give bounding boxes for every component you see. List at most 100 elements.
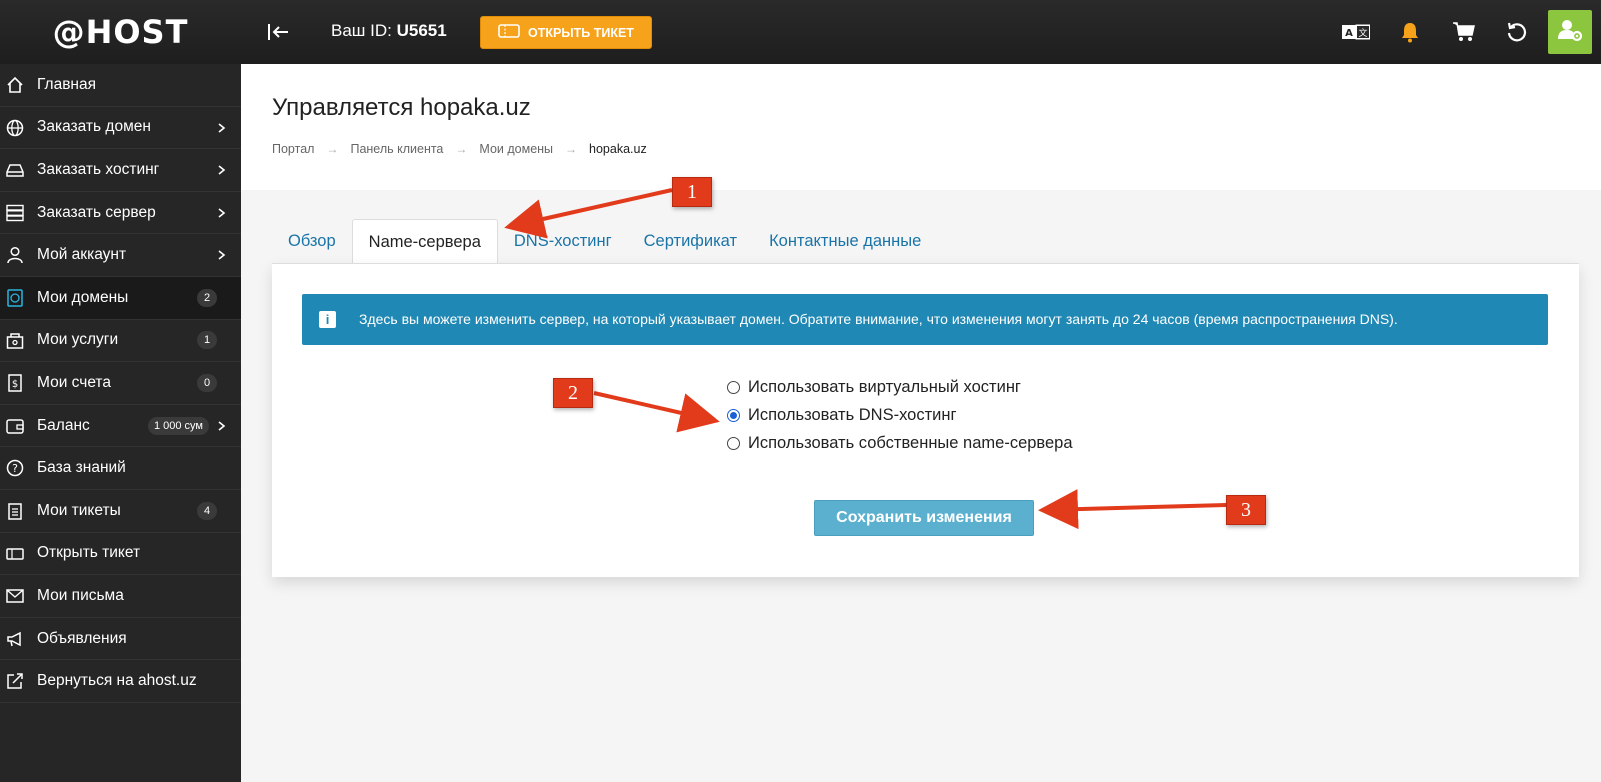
save-changes-button[interactable]: Сохранить изменения <box>814 500 1034 536</box>
sidebar-item-order-server[interactable]: Заказать сервер <box>0 192 241 235</box>
sidebar-item-order-hosting[interactable]: Заказать хостинг <box>0 149 241 192</box>
help-icon: ? <box>6 459 24 477</box>
sidebar-item-label: Заказать сервер <box>37 203 156 221</box>
refresh-icon[interactable] <box>1502 18 1532 46</box>
sidebar-item-my-domains[interactable]: Мои домены 2 <box>0 276 241 320</box>
sidebar-item-label: Мои тикеты <box>37 501 121 519</box>
option-dns-hosting[interactable]: Использовать DNS-хостинг <box>727 406 957 425</box>
domain-tabs: Обзор Name-сервера DNS-хостинг Сертифика… <box>272 219 937 264</box>
count-badge: 4 <box>197 501 217 520</box>
globe-icon <box>6 119 24 137</box>
chevron-right-icon <box>217 161 227 179</box>
option-label: Использовать DNS-хостинг <box>748 406 957 424</box>
svg-text:$: $ <box>12 379 18 390</box>
option-virtual-hosting[interactable]: Использовать виртуальный хостинг <box>727 378 1021 397</box>
cart-icon[interactable] <box>1449 18 1479 46</box>
arrow-right-icon: → <box>455 142 468 156</box>
breadcrumb: Портал → Панель клиента → Мои домены → h… <box>272 142 647 156</box>
user-id-label: Ваш ID: <box>331 21 392 40</box>
svg-text:?: ? <box>12 462 18 475</box>
breadcrumb-portal[interactable]: Портал <box>272 142 314 156</box>
box-icon <box>6 332 24 350</box>
mail-icon <box>6 587 24 605</box>
count-badge: 0 <box>197 373 217 392</box>
svg-text:文: 文 <box>1358 27 1367 39</box>
breadcrumb-current: hopaka.uz <box>589 142 647 156</box>
sidebar-item-announcements[interactable]: Объявления <box>0 618 241 661</box>
collapse-sidebar-icon[interactable] <box>266 20 292 44</box>
sidebar-item-back-to-site[interactable]: Вернуться на ahost.uz <box>0 660 241 703</box>
radio-custom-nameservers[interactable] <box>727 437 740 450</box>
tab-contacts[interactable]: Контактные данные <box>753 219 937 264</box>
user-settings-icon <box>1557 17 1583 48</box>
page-header: Управляется hopaka.uz Портал → Панель кл… <box>241 64 1601 190</box>
sidebar-item-label: Открыть тикет <box>37 544 141 562</box>
info-icon: i <box>319 311 336 328</box>
sidebar-item-knowledgebase[interactable]: ? База знаний <box>0 447 241 490</box>
annotation-marker-2: 2 <box>553 378 593 408</box>
tab-nameservers[interactable]: Name-сервера <box>351 219 498 264</box>
chevron-right-icon <box>217 246 227 264</box>
logo[interactable]: @HOST <box>0 0 241 64</box>
count-badge: 2 <box>197 288 217 307</box>
option-custom-nameservers[interactable]: Использовать собственные name-сервера <box>727 434 1073 453</box>
svg-text:A: A <box>1345 28 1353 39</box>
home-icon <box>6 76 24 94</box>
sidebar-item-home[interactable]: Главная <box>0 64 241 107</box>
sidebar-item-label: Мои услуги <box>37 331 119 349</box>
balance-badge: 1 000 сум <box>147 416 209 435</box>
tickets-icon <box>6 502 24 520</box>
sidebar-item-my-account[interactable]: Мой аккаунт <box>0 234 241 277</box>
ticket-icon <box>6 545 24 563</box>
domains-icon <box>6 289 24 307</box>
open-ticket-label: ОТКРЫТЬ ТИКЕТ <box>528 25 634 40</box>
drive-icon <box>6 161 24 179</box>
tab-dns-hosting[interactable]: DNS-хостинг <box>498 219 628 264</box>
option-label: Использовать собственные name-сервера <box>748 434 1073 452</box>
sidebar-item-label: Заказать домен <box>37 118 151 136</box>
radio-dns-hosting[interactable] <box>727 409 740 422</box>
sidebar-item-label: Вернуться на ahost.uz <box>37 672 197 690</box>
sidebar-item-my-emails[interactable]: Мои письма <box>0 575 241 618</box>
arrow-right-icon: → <box>326 142 339 156</box>
chevron-right-icon <box>217 119 227 137</box>
external-link-icon <box>6 672 24 690</box>
chevron-right-icon <box>217 417 227 435</box>
sidebar-item-label: Главная <box>37 75 96 93</box>
sidebar: Главная Заказать домен Заказать хостинг … <box>0 64 241 782</box>
sidebar-item-my-invoices[interactable]: $ Мои счета 0 <box>0 362 241 405</box>
breadcrumb-my-domains[interactable]: Мои домены <box>479 142 553 156</box>
sidebar-item-open-ticket[interactable]: Открыть тикет <box>0 533 241 576</box>
tab-overview[interactable]: Обзор <box>272 219 352 264</box>
server-icon <box>6 204 24 222</box>
sidebar-item-label: Заказать хостинг <box>37 160 160 178</box>
open-ticket-button[interactable]: ОТКРЫТЬ ТИКЕТ <box>480 16 652 49</box>
sidebar-item-label: Мои счета <box>37 373 111 391</box>
top-bar: @HOST Ваш ID: U5651 ОТКРЫТЬ ТИКЕТ A文 <box>0 0 1601 64</box>
sidebar-item-label: Мой аккаунт <box>37 246 127 264</box>
radio-virtual-hosting[interactable] <box>727 381 740 394</box>
profile-settings-button[interactable] <box>1548 10 1592 54</box>
sidebar-item-my-tickets[interactable]: Мои тикеты 4 <box>0 490 241 533</box>
invoice-icon: $ <box>6 374 24 392</box>
bell-icon[interactable] <box>1395 18 1425 46</box>
annotation-marker-1: 1 <box>672 177 712 207</box>
arrow-right-icon: → <box>565 142 578 156</box>
megaphone-icon <box>6 630 24 648</box>
tab-certificate[interactable]: Сертификат <box>628 219 753 264</box>
sidebar-item-order-domain[interactable]: Заказать домен <box>0 107 241 150</box>
user-id: Ваш ID: U5651 <box>331 21 447 41</box>
sidebar-item-label: Мои письма <box>37 586 124 604</box>
user-id-value: U5651 <box>396 21 447 40</box>
info-alert-text: Здесь вы можете изменить сервер, на кото… <box>359 311 1398 327</box>
count-badge: 1 <box>197 331 217 350</box>
sidebar-item-my-services[interactable]: Мои услуги 1 <box>0 320 241 363</box>
sidebar-item-balance[interactable]: Баланс 1 000 сум <box>0 405 241 448</box>
breadcrumb-client-area[interactable]: Панель клиента <box>350 142 443 156</box>
page-title: Управляется hopaka.uz <box>272 94 531 121</box>
translate-icon[interactable]: A文 <box>1341 18 1371 46</box>
sidebar-item-label: Мои домены <box>37 288 129 306</box>
sidebar-item-label: Объявления <box>37 629 127 647</box>
info-alert: i Здесь вы можете изменить сервер, на ко… <box>302 294 1548 345</box>
chevron-right-icon <box>217 204 227 222</box>
